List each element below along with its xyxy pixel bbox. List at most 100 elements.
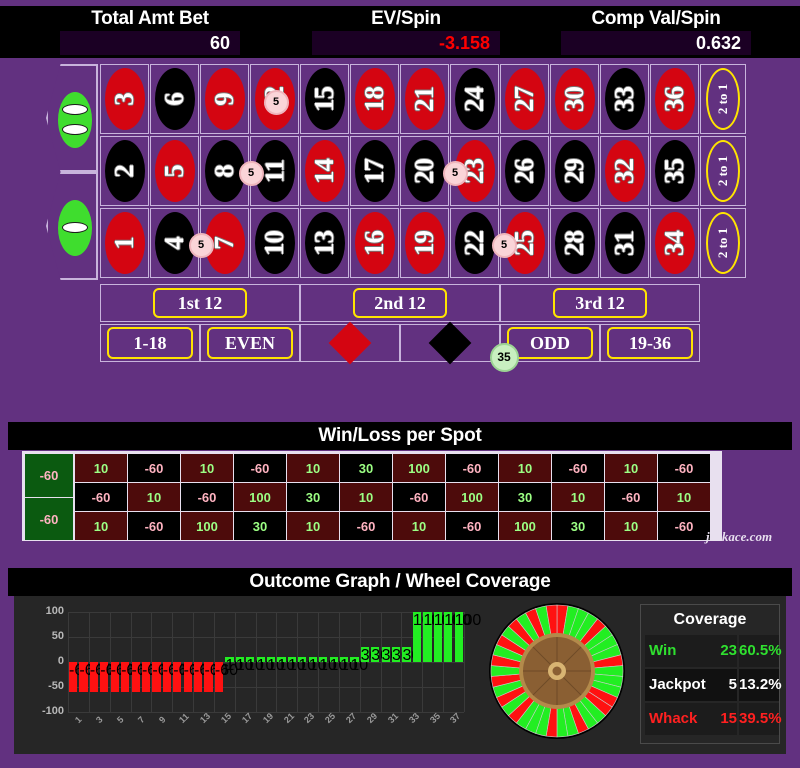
number-oval: 19: [404, 212, 445, 274]
outside-pill: EVEN: [207, 327, 293, 359]
number-cell-31[interactable]: 31: [600, 208, 649, 278]
number-cell-1[interactable]: 1: [100, 208, 149, 278]
number-cell-10[interactable]: 10: [250, 208, 299, 278]
winloss-cell: 10: [552, 483, 604, 511]
winloss-cell: 100: [499, 512, 551, 540]
number-oval: 13: [304, 212, 345, 274]
outside-bet-even[interactable]: EVEN: [200, 324, 300, 362]
dozen-bet-1[interactable]: 2nd 12: [300, 284, 500, 322]
number-oval: 36: [654, 68, 695, 130]
outcome-graph-title: Outcome Graph / Wheel Coverage: [8, 568, 792, 596]
bet-chip-split-23-26[interactable]: 5: [442, 160, 468, 186]
number-label: 14: [309, 158, 339, 184]
number-oval: 33: [604, 68, 645, 130]
x-axis-tick: 21: [281, 710, 296, 726]
number-cell-14[interactable]: 14: [300, 136, 349, 206]
dozen-bet-2[interactable]: 3rd 12: [500, 284, 700, 322]
chart-bar: 30: [360, 647, 379, 664]
number-cell-9[interactable]: 9: [200, 64, 249, 134]
zero-cell-00[interactable]: 00: [46, 64, 98, 172]
bet-chip-split-7-10[interactable]: 5: [188, 232, 214, 258]
chart-bar: 100: [444, 612, 471, 662]
outside-bet-red[interactable]: RED: [300, 321, 400, 365]
column-bet-2to1-0[interactable]: 2 to 1: [700, 64, 746, 134]
number-cell-32[interactable]: 32: [600, 136, 649, 206]
number-oval: 26: [504, 140, 545, 202]
winloss-cell: 30: [287, 483, 339, 511]
number-label: 29: [559, 158, 589, 184]
number-cell-6[interactable]: 6: [150, 64, 199, 134]
number-cell-20[interactable]: 20: [400, 136, 449, 206]
number-cell-13[interactable]: 13: [300, 208, 349, 278]
number-oval: 16: [354, 212, 395, 274]
header-stat-label: EV/Spin: [371, 8, 441, 29]
number-cell-16[interactable]: 16: [350, 208, 399, 278]
number-label: 3: [109, 92, 139, 106]
number-cell-15[interactable]: 15: [300, 64, 349, 134]
number-cell-33[interactable]: 33: [600, 64, 649, 134]
number-label: 26: [509, 158, 539, 184]
header-stat-2: Comp Val/Spin 0.632: [512, 6, 800, 58]
number-cell-36[interactable]: 36: [650, 64, 699, 134]
x-axis-tick: 35: [427, 710, 442, 726]
header-stat-label: Comp Val/Spin: [591, 8, 721, 29]
bet-chip-split-18-21[interactable]: 5: [263, 89, 289, 115]
number-cell-2[interactable]: 2: [100, 136, 149, 206]
number-cell-28[interactable]: 28: [550, 208, 599, 278]
winloss-cell: -60: [340, 512, 392, 540]
winloss-cell: 10: [340, 483, 392, 511]
coverage-row-whack: Whack 15 39.5%: [645, 703, 782, 735]
number-cell-21[interactable]: 21: [400, 64, 449, 134]
number-cell-24[interactable]: 24: [450, 64, 499, 134]
number-oval: 20: [404, 140, 445, 202]
bet-chip-split-11-14[interactable]: 5: [238, 160, 264, 186]
winloss-title: Win/Loss per Spot: [8, 422, 792, 450]
number-label: 30: [559, 86, 589, 112]
outside-bet-black[interactable]: BLACK: [400, 321, 500, 365]
chart-bar: 30: [392, 647, 410, 664]
number-cell-26[interactable]: 26: [500, 136, 549, 206]
winloss-cell: 10: [75, 512, 127, 540]
number-cell-34[interactable]: 34: [650, 208, 699, 278]
chart-bar: -60: [214, 662, 238, 692]
chart-bar: -60: [194, 662, 217, 692]
number-oval: 15: [304, 68, 345, 130]
number-cell-18[interactable]: 18: [350, 64, 399, 134]
chart-bar: 10: [339, 657, 358, 674]
number-cell-35[interactable]: 35: [650, 136, 699, 206]
outside-bet-19-36[interactable]: 19-36: [600, 324, 700, 362]
number-label: 10: [259, 230, 289, 256]
dozen-label: 1st 12: [177, 292, 223, 313]
zero-cell-0[interactable]: 0: [46, 172, 98, 280]
header-stat-1: EV/Spin -3.158: [300, 6, 512, 58]
outcome-bar-chart: 100500-50-100-60-60-60-60-60-60-60-60-60…: [34, 602, 481, 748]
zero-marker: [62, 104, 88, 115]
number-label: 9: [209, 92, 239, 106]
bet-chip-split-25-28[interactable]: 5: [491, 232, 517, 258]
number-label: 7: [209, 236, 239, 250]
number-cell-5[interactable]: 5: [150, 136, 199, 206]
chart-bar: 30: [371, 647, 389, 664]
number-cell-17[interactable]: 17: [350, 136, 399, 206]
number-cell-29[interactable]: 29: [550, 136, 599, 206]
number-cell-30[interactable]: 30: [550, 64, 599, 134]
number-cell-27[interactable]: 27: [500, 64, 549, 134]
coverage-count: 15: [707, 703, 737, 735]
winloss-cell: 30: [234, 512, 286, 540]
number-cell-19[interactable]: 19: [400, 208, 449, 278]
bet-chip-odd[interactable]: 35: [489, 342, 519, 372]
roulette-table-felt: 0003691215182124273033362581114172023262…: [0, 58, 800, 398]
number-label: 4: [159, 236, 189, 250]
y-axis-tick: 50: [51, 630, 64, 642]
winloss-cell: -60: [446, 512, 498, 540]
outside-bet-1-18[interactable]: 1-18: [100, 324, 200, 362]
winloss-cell: 10: [75, 454, 127, 482]
winloss-cell: -60: [128, 454, 180, 482]
number-oval: 5: [154, 140, 195, 202]
column-bet-2to1-1[interactable]: 2 to 1: [700, 136, 746, 206]
number-label: 33: [609, 86, 639, 112]
column-bet-2to1-2[interactable]: 2 to 1: [700, 208, 746, 278]
dozen-bet-0[interactable]: 1st 12: [100, 284, 300, 322]
x-axis-tick: 19: [260, 710, 275, 726]
number-cell-3[interactable]: 3: [100, 64, 149, 134]
